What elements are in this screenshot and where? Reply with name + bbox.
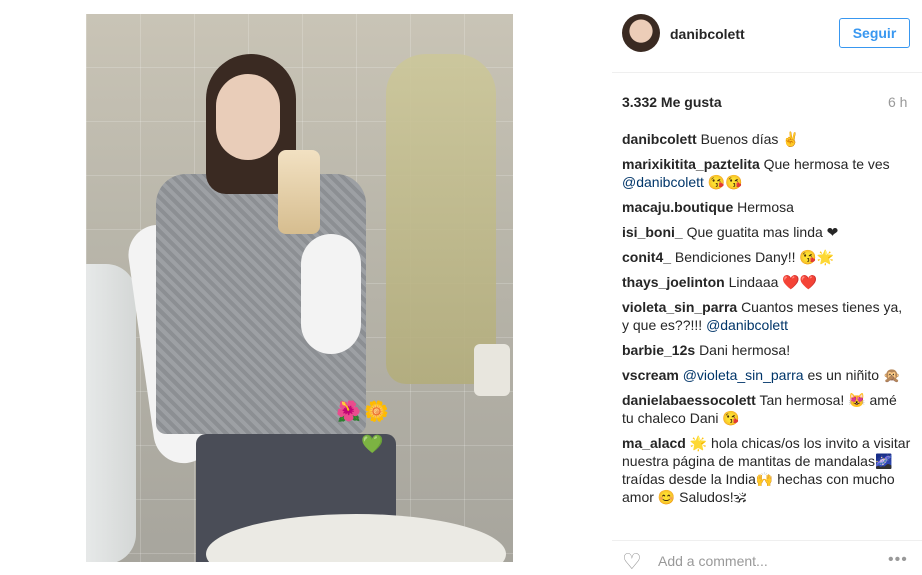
- comment-text: Que guatita mas linda ❤: [686, 224, 839, 240]
- comment: isi_boni_ Que guatita mas linda ❤: [622, 223, 912, 241]
- comment-text: Buenos días ✌️: [700, 131, 800, 147]
- comment-username[interactable]: violeta_sin_parra: [622, 299, 737, 315]
- more-options-icon[interactable]: •••: [888, 551, 908, 569]
- comment-username[interactable]: danielabaessocolett: [622, 392, 756, 408]
- heart-icon[interactable]: ♡: [622, 549, 642, 575]
- comment: thays_joelinton Lindaaa ❤️❤️: [622, 273, 912, 291]
- comment-username[interactable]: ma_alacd: [622, 435, 686, 451]
- username[interactable]: danibcolett: [670, 26, 745, 42]
- towel: [386, 54, 496, 384]
- mention-link[interactable]: @danibcolett: [622, 174, 704, 190]
- flower-patch: 🌼: [364, 401, 389, 423]
- comment-username[interactable]: isi_boni_: [622, 224, 683, 240]
- comment-tail: es un niñito 🙊: [803, 367, 901, 383]
- comment-username[interactable]: barbie_12s: [622, 342, 695, 358]
- comment-tail: 😘😘: [703, 174, 743, 190]
- mention-link[interactable]: @danibcolett: [706, 317, 788, 333]
- comment-username[interactable]: macaju.boutique: [622, 199, 733, 215]
- raised-arm: [301, 234, 361, 354]
- comment: violeta_sin_parra Cuantos meses tienes y…: [622, 298, 912, 334]
- comment-text: Lindaaa ❤️❤️: [728, 274, 818, 290]
- avatar[interactable]: [622, 14, 660, 52]
- divider: [612, 72, 922, 73]
- post-header: danibcolett Seguir: [622, 14, 910, 54]
- comment: barbie_12s Dani hermosa!: [622, 341, 912, 359]
- sink-edge: [86, 264, 136, 562]
- heart-patch: 💚: [361, 434, 384, 454]
- comment-username[interactable]: thays_joelinton: [622, 274, 725, 290]
- flower-patch: 🌺: [336, 401, 361, 423]
- comment: conit4_ Bendiciones Dany!! 😘🌟: [622, 248, 912, 266]
- comment: vscream @violeta_sin_parra es un niñito …: [622, 366, 912, 384]
- timestamp[interactable]: 6 h: [888, 94, 907, 110]
- comment-text: Bendiciones Dany!! 😘🌟: [674, 249, 835, 265]
- face: [216, 74, 280, 160]
- comment-text: Dani hermosa!: [699, 342, 791, 358]
- phone: [278, 150, 320, 234]
- comment: danielabaessocolett Tan hermosa! 😻 amé t…: [622, 391, 912, 427]
- mention-link[interactable]: @violeta_sin_parra: [683, 367, 804, 383]
- comment-bar: ♡ Add a comment... •••: [612, 540, 922, 574]
- comment-text: Que hermosa te ves: [763, 156, 890, 172]
- follow-button[interactable]: Seguir: [839, 18, 910, 48]
- comment-username[interactable]: vscream: [622, 367, 679, 383]
- comment-text: Hermosa: [737, 199, 794, 215]
- post-photo[interactable]: 🌺 🌼 💚: [86, 14, 513, 562]
- toilet-paper: [474, 344, 510, 396]
- comment: marixikitita_paztelita Que hermosa te ve…: [622, 155, 912, 191]
- add-comment-input[interactable]: Add a comment...: [658, 553, 768, 569]
- comment: macaju.boutique Hermosa: [622, 198, 912, 216]
- comment: ma_alacd 🌟 hola chicas/os los invito a v…: [622, 434, 912, 506]
- likes-count[interactable]: 3.332 Me gusta: [622, 94, 722, 110]
- comments-list: danibcolett Buenos días ✌️ marixikitita_…: [622, 130, 912, 513]
- comment-username[interactable]: danibcolett: [622, 131, 697, 147]
- comment: danibcolett Buenos días ✌️: [622, 130, 912, 148]
- comment-username[interactable]: conit4_: [622, 249, 671, 265]
- comment-username[interactable]: marixikitita_paztelita: [622, 156, 760, 172]
